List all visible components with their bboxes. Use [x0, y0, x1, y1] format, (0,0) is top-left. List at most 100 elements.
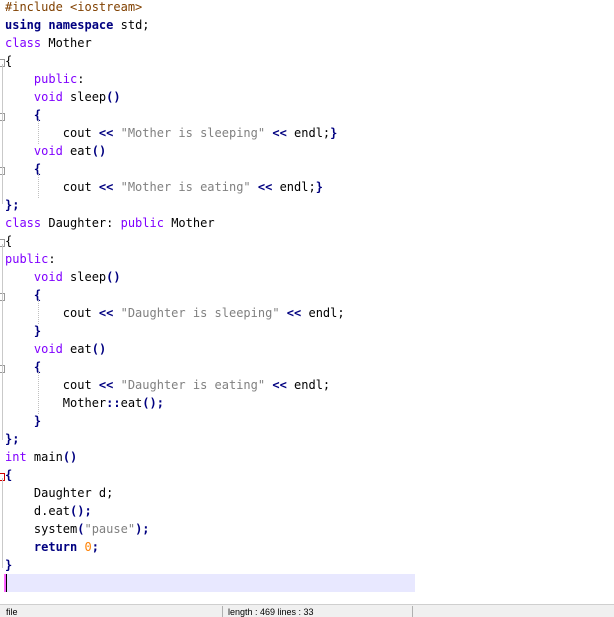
- code-token: ;: [91, 540, 99, 554]
- code-line[interactable]: public:: [5, 250, 56, 268]
- fold-line: [2, 478, 3, 568]
- code-line[interactable]: };: [5, 430, 19, 448]
- code-line[interactable]: void eat(): [5, 142, 106, 160]
- code-token: sleep: [62, 270, 107, 284]
- code-token: }: [33, 414, 42, 428]
- code-editor[interactable]: #include <iostream> using namespace std; c…: [0, 0, 614, 600]
- code-token: endl;: [301, 306, 345, 320]
- fold-line: [2, 64, 3, 204]
- code-line[interactable]: {: [5, 358, 41, 376]
- code-token: {: [5, 234, 13, 248]
- code-line[interactable]: d.eat();: [5, 502, 92, 520]
- code-token: "Mother is sleeping": [120, 126, 266, 140]
- code-line[interactable]: system("pause");: [5, 520, 150, 538]
- code-line[interactable]: int main(): [5, 448, 77, 466]
- code-line[interactable]: {: [5, 232, 12, 250]
- code-line[interactable]: Daughter d;: [5, 484, 113, 502]
- code-line[interactable]: void sleep(): [5, 88, 121, 106]
- code-token: };: [5, 198, 20, 212]
- code-token: cout: [5, 306, 99, 320]
- code-token: #include <iostream>: [5, 0, 143, 14]
- code-token: <<: [272, 126, 287, 140]
- code-token: "pause": [84, 522, 136, 536]
- code-line[interactable]: }: [5, 322, 41, 340]
- code-line[interactable]: cout << "Mother is sleeping" << endl;}: [5, 124, 338, 142]
- code-token: return: [33, 540, 78, 554]
- code-line[interactable]: public:: [5, 70, 85, 88]
- code-line[interactable]: cout << "Daughter is sleeping" << endl;: [5, 304, 345, 322]
- code-token: Daughter d;: [5, 486, 114, 500]
- code-token: eat: [62, 342, 92, 356]
- code-token: void: [33, 270, 63, 284]
- code-line[interactable]: cout << "Mother is eating" << endl;}: [5, 178, 323, 196]
- code-token: void: [33, 90, 63, 104]
- code-line[interactable]: void sleep(): [5, 268, 121, 286]
- code-token: system: [5, 522, 78, 536]
- code-token: "Daughter is sleeping": [120, 306, 280, 320]
- code-token: (): [91, 144, 107, 158]
- code-token: main: [26, 450, 63, 464]
- code-token: public: [120, 216, 164, 230]
- code-token: :: [77, 72, 85, 86]
- code-line[interactable]: void eat(): [5, 340, 106, 358]
- code-token: Mother: [41, 36, 92, 50]
- indent-guide: [38, 174, 39, 198]
- code-token: Mother: [5, 396, 107, 410]
- code-line[interactable]: class Mother: [5, 34, 92, 52]
- code-token: eat: [62, 144, 92, 158]
- code-line[interactable]: Mother::eat();: [5, 394, 164, 412]
- code-token: }: [33, 324, 42, 338]
- code-token: ();: [142, 396, 164, 410]
- code-token: endl;: [272, 180, 316, 194]
- status-bar: file length : 469 lines : 33: [0, 604, 614, 617]
- code-token: (): [106, 270, 121, 284]
- code-line[interactable]: #include <iostream>: [5, 0, 142, 16]
- current-line-highlight: [5, 574, 415, 592]
- code-token: "Mother is eating": [120, 180, 251, 194]
- code-token: }: [330, 126, 338, 140]
- indent-guide: [38, 300, 39, 324]
- code-token: <<: [272, 378, 287, 392]
- code-token: (): [91, 342, 107, 356]
- code-token: cout: [5, 126, 99, 140]
- code-token: class: [5, 36, 42, 50]
- code-line[interactable]: {: [5, 466, 12, 484]
- code-line[interactable]: }: [5, 556, 12, 574]
- code-line[interactable]: {: [5, 52, 12, 70]
- code-token: void: [33, 342, 63, 356]
- code-token: namespace: [48, 18, 114, 32]
- code-token: <<: [257, 180, 273, 194]
- code-token: void: [33, 144, 63, 158]
- code-token: sleep: [62, 90, 107, 104]
- code-line[interactable]: return 0;: [5, 538, 99, 556]
- code-line[interactable]: using namespace std;: [5, 16, 150, 34]
- code-line[interactable]: }: [5, 412, 41, 430]
- code-token: <<: [98, 180, 114, 194]
- code-token: ::: [106, 396, 121, 410]
- code-token: public: [5, 252, 49, 266]
- fold-line: [2, 244, 3, 440]
- code-line[interactable]: cout << "Daughter is eating" << endl;: [5, 376, 330, 394]
- code-token: "Daughter is eating": [120, 378, 266, 392]
- code-line[interactable]: };: [5, 196, 19, 214]
- code-token: endl;: [286, 378, 331, 392]
- code-token: 0: [84, 540, 92, 554]
- code-line[interactable]: class Daughter: public Mother: [5, 214, 215, 232]
- code-token: {: [5, 468, 13, 482]
- code-line[interactable]: {: [5, 106, 41, 124]
- code-line[interactable]: {: [5, 160, 41, 178]
- code-line[interactable]: {: [5, 286, 41, 304]
- code-token: <<: [98, 306, 114, 320]
